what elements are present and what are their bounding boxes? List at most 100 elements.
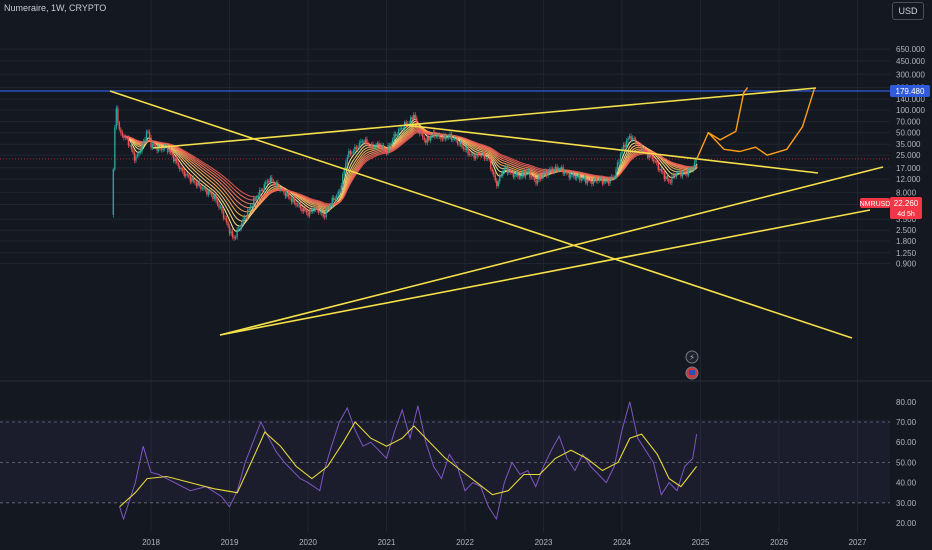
candle-body xyxy=(527,170,530,173)
candle-body xyxy=(317,209,320,213)
chart-canvas[interactable]: ⚡ 650.000450.000300.000200.000140.000100… xyxy=(0,0,932,550)
candle-body xyxy=(292,198,294,202)
candle-body xyxy=(425,140,427,143)
candle-body xyxy=(606,180,608,182)
candle-body xyxy=(148,132,151,138)
candle-body xyxy=(240,223,243,229)
candle-body xyxy=(410,117,412,124)
candle-body xyxy=(686,172,688,176)
candle-body xyxy=(423,137,426,141)
candle-body xyxy=(319,211,321,213)
candle-body xyxy=(195,182,198,186)
candle-body xyxy=(640,144,643,152)
candle-body xyxy=(428,136,430,141)
candle-body xyxy=(275,182,278,186)
time-tick-label: 2025 xyxy=(692,538,710,547)
candle-body xyxy=(413,114,415,120)
candle-body xyxy=(562,167,564,174)
price-tick-label: 2.500 xyxy=(896,226,917,235)
candle-body xyxy=(323,216,326,218)
candle-body xyxy=(435,136,438,138)
chart-title: Numeraire, 1W, CRYPTO xyxy=(4,3,107,13)
candle-body xyxy=(307,212,309,216)
candle-body xyxy=(358,142,361,148)
candle-body xyxy=(115,108,118,128)
candle-body xyxy=(328,206,330,210)
candle-body xyxy=(556,166,558,170)
candle-body xyxy=(663,172,666,180)
price-tick-label: 1.250 xyxy=(896,249,917,258)
rsi-band xyxy=(0,420,890,503)
candle-body xyxy=(476,153,478,157)
candle-body xyxy=(420,132,422,134)
candle-body xyxy=(422,132,424,138)
candle-body xyxy=(610,176,613,179)
candle-body xyxy=(499,175,501,182)
candle-body xyxy=(124,136,127,138)
candle-body xyxy=(396,134,398,137)
candle-body xyxy=(526,172,528,174)
candle-body xyxy=(521,172,524,177)
candle-body xyxy=(662,171,664,173)
candle-body xyxy=(553,168,555,172)
candle-body xyxy=(198,182,201,186)
candle-body xyxy=(262,189,264,191)
candle-body xyxy=(487,158,489,159)
candle-body xyxy=(207,191,210,195)
candle-body xyxy=(271,177,273,182)
price-tick-label: 650.000 xyxy=(896,45,925,54)
candle-body xyxy=(400,128,403,130)
candle-body xyxy=(228,226,231,234)
candle-body xyxy=(613,176,616,178)
candle-body xyxy=(301,208,303,212)
candle-body xyxy=(567,172,569,174)
candle-body xyxy=(671,176,673,183)
candle-body xyxy=(246,209,249,218)
candle-body xyxy=(355,146,358,149)
candle-body xyxy=(583,177,586,179)
candle-body xyxy=(357,147,359,149)
candle-body xyxy=(512,172,515,177)
candle-body xyxy=(518,176,521,178)
candle-body xyxy=(637,144,640,146)
candle-body xyxy=(141,144,143,152)
candle-body xyxy=(554,166,557,169)
price-tick-label: 12.000 xyxy=(896,175,921,184)
candle-body xyxy=(642,149,644,152)
candle-body xyxy=(274,183,276,186)
candle-body xyxy=(201,188,204,190)
candle-body xyxy=(506,166,509,173)
candle-body xyxy=(212,194,214,199)
candle-body xyxy=(310,209,312,212)
candle-body xyxy=(189,176,192,182)
candle-body xyxy=(248,208,250,210)
candle-body xyxy=(231,231,234,238)
candle-body xyxy=(644,149,646,152)
candle-body xyxy=(497,181,499,187)
candle-body xyxy=(330,205,332,207)
candle-body xyxy=(118,122,121,130)
candle-body xyxy=(656,161,658,163)
candle-body xyxy=(325,209,327,218)
candle-body xyxy=(665,176,667,180)
candle-body xyxy=(449,133,451,137)
candle-body xyxy=(600,177,602,180)
candle-body xyxy=(470,153,472,155)
candle-body xyxy=(399,128,401,130)
candle-body xyxy=(278,186,281,190)
candle-body xyxy=(570,174,572,178)
candle-body xyxy=(219,206,222,208)
candle-body xyxy=(287,192,290,197)
candle-body xyxy=(619,154,622,163)
candle-body xyxy=(192,177,195,181)
candle-body xyxy=(249,206,252,209)
candle-body xyxy=(151,143,154,148)
candle-body xyxy=(650,154,652,156)
currency-button[interactable]: USD xyxy=(892,2,924,20)
candle-body xyxy=(447,136,450,138)
candle-body xyxy=(459,142,462,145)
candle-body xyxy=(272,181,275,184)
candle-body xyxy=(429,137,432,141)
candle-body xyxy=(385,150,388,154)
candle-body xyxy=(631,137,634,140)
